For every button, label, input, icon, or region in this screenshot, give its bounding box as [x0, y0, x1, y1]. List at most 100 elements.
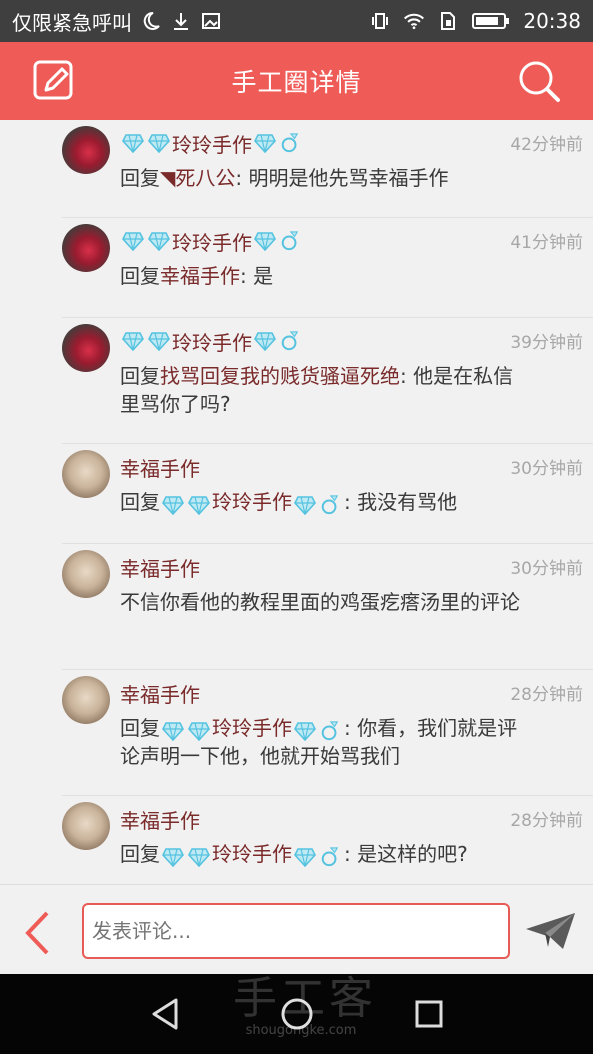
diamond-badge-icon [122, 231, 144, 252]
comment-body: 不信你看他的教程里面的鸡蛋疙瘩汤里的评论 [120, 590, 520, 614]
comment-text: 回复幸福手作: 是 [120, 262, 530, 290]
clock-text: 20:38 [523, 9, 581, 33]
diamond-badge-icon [148, 231, 170, 252]
diamond-badge-icon [148, 133, 170, 154]
diamond-badge-icon [122, 133, 144, 154]
edit-icon [33, 60, 73, 100]
back-button[interactable] [22, 909, 54, 957]
diamond-badge-icon [254, 133, 276, 154]
username[interactable]: 幸福手作 [120, 553, 200, 582]
comment-item[interactable]: 幸福手作 30分钟前不信你看他的教程里面的鸡蛋疙瘩汤里的评论 [62, 544, 593, 670]
search-button[interactable] [515, 57, 563, 105]
username[interactable]: 玲玲手作 [172, 227, 252, 256]
diamond-badge-icon [254, 331, 276, 352]
status-left: 仅限紧急呼叫 [12, 7, 222, 36]
avatar[interactable] [62, 676, 110, 724]
comment-item[interactable]: 玲玲手作 41分钟前回复幸福手作: 是 [62, 218, 593, 318]
reply-target[interactable]: 玲玲手作 [212, 842, 292, 866]
comment-item[interactable]: 玲玲手作 42分钟前 回复◥死八公: 明明是他先骂幸福手作 [62, 120, 593, 218]
comment-list[interactable]: 玲玲手作 42分钟前 回复◥死八公: 明明是他先骂幸福手作 玲玲手作 41分钟前 回复幸福… [0, 120, 593, 884]
comment-time: 28分钟前 [510, 685, 583, 705]
watermark-url: shougongke.com [245, 1023, 357, 1038]
ring-badge-icon [280, 133, 302, 153]
avatar[interactable] [62, 126, 110, 174]
username[interactable]: 幸福手作 [120, 453, 200, 482]
diamond-badge-icon [188, 846, 210, 867]
comment-item[interactable]: 幸福手作 30分钟前 回复 玲玲手作: 我没有骂他 [62, 444, 593, 544]
username[interactable]: 幸福手作 [120, 805, 200, 834]
comment-item[interactable]: 玲玲手作 39分钟前回复找骂回复我的贱货骚逼死绝: 他是在私信里骂你了吗? [62, 318, 593, 444]
ring-badge-icon [280, 331, 302, 351]
reply-prefix: 回复 [120, 716, 160, 740]
comment-text: 回复◥死八公: 明明是他先骂幸福手作 [120, 164, 530, 192]
ring-badge-icon [320, 494, 342, 514]
edit-button[interactable] [30, 57, 78, 105]
comment-body: : 我没有骂他 [344, 490, 458, 514]
comment-time: 30分钟前 [510, 459, 583, 479]
comment-body: : 是 [240, 264, 274, 288]
chevron-left-icon [25, 911, 49, 955]
reply-target[interactable]: ◥死八公 [160, 166, 235, 190]
avatar[interactable] [62, 550, 110, 598]
reply-target[interactable]: 玲玲手作 [212, 490, 292, 514]
avatar[interactable] [62, 450, 110, 498]
comment-text: 回复找骂回复我的贱货骚逼死绝: 他是在私信里骂你了吗? [120, 362, 530, 418]
reply-prefix: 回复 [120, 364, 160, 388]
comment-time: 41分钟前 [510, 233, 583, 253]
moon-icon [140, 10, 162, 32]
diamond-badge-icon [294, 720, 316, 741]
nav-recent-button[interactable] [411, 996, 447, 1032]
username-row: 幸福手作 [120, 452, 200, 482]
nav-back-button[interactable] [148, 996, 184, 1032]
wifi-icon [403, 10, 425, 32]
send-button[interactable] [523, 909, 579, 953]
comment-item[interactable]: 幸福手作 28分钟前 回复 玲玲手作: 是这样的吧? [62, 796, 593, 884]
diamond-badge-icon [122, 331, 144, 352]
username[interactable]: 幸福手作 [120, 679, 200, 708]
username-row: 幸福手作 [120, 552, 200, 582]
reply-prefix: 回复 [120, 166, 160, 190]
diamond-badge-icon [294, 846, 316, 867]
avatar[interactable] [62, 802, 110, 850]
reply-prefix: 回复 [120, 842, 160, 866]
comment-text: 回复 玲玲手作 : 是这样的吧? [120, 840, 530, 868]
username[interactable]: 玲玲手作 [172, 327, 252, 356]
username-row: 幸福手作 [120, 804, 200, 834]
reply-target[interactable]: 找骂回复我的贱货骚逼死绝 [160, 364, 400, 388]
image-icon [200, 10, 222, 32]
comment-body: : 是这样的吧? [344, 842, 468, 866]
download-icon [170, 10, 192, 32]
vibrate-icon [369, 10, 391, 32]
diamond-badge-icon [162, 846, 184, 867]
triangle-back-icon [152, 998, 178, 1030]
system-nav-bar [0, 974, 593, 1054]
reply-target[interactable]: 玲玲手作 [212, 716, 292, 740]
ring-badge-icon [280, 231, 302, 251]
send-icon [526, 913, 575, 949]
comment-input[interactable] [82, 903, 510, 959]
reply-target[interactable]: 幸福手作 [160, 264, 240, 288]
diamond-badge-icon [148, 331, 170, 352]
reply-prefix: 回复 [120, 264, 160, 288]
diamond-badge-icon [294, 494, 316, 515]
comment-time: 30分钟前 [510, 559, 583, 579]
sim-icon [437, 10, 459, 32]
comment-item[interactable]: 幸福手作 28分钟前 回复 玲玲手作: 你看，我们就是评论声明一下他，他就开始骂我们 [62, 670, 593, 796]
username-row: 玲玲手作 [120, 326, 304, 356]
comment-time: 39分钟前 [510, 333, 583, 353]
status-right: 20:38 [369, 9, 581, 33]
app-bar: 手工圈详情 [0, 42, 593, 120]
comment-text: 回复 玲玲手作: 我没有骂他 [120, 488, 530, 516]
username[interactable]: 玲玲手作 [172, 129, 252, 158]
diamond-badge-icon [254, 231, 276, 252]
avatar[interactable] [62, 224, 110, 272]
carrier-text: 仅限紧急呼叫 [12, 10, 132, 35]
search-icon [519, 61, 560, 102]
square-recent-icon [415, 1000, 443, 1028]
avatar[interactable] [62, 324, 110, 372]
comment-composer [0, 884, 593, 974]
diamond-badge-icon [162, 494, 184, 515]
comment-text: 回复 玲玲手作: 你看，我们就是评论声明一下他，他就开始骂我们 [120, 714, 530, 770]
username-row: 幸福手作 [120, 678, 200, 708]
battery-icon [471, 10, 511, 32]
